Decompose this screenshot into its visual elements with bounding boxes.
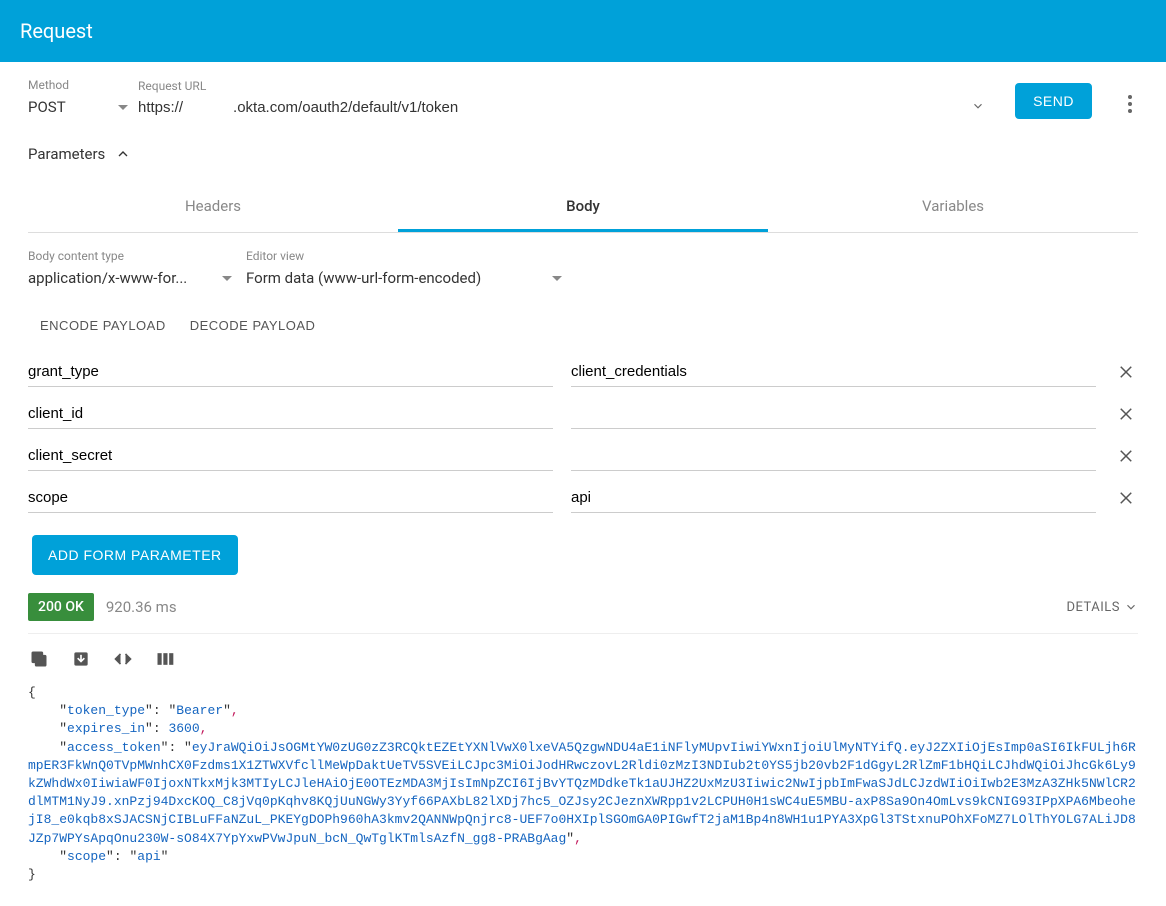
close-icon <box>1117 405 1135 423</box>
method-label: Method <box>28 78 128 92</box>
body-content-type-value: application/x-www-for... <box>28 269 187 287</box>
method-select[interactable]: POST <box>28 94 128 121</box>
chevron-down-icon <box>552 276 562 281</box>
remove-param-button[interactable] <box>1114 405 1138 423</box>
tab-body[interactable]: Body <box>398 183 768 232</box>
param-key-input[interactable] <box>28 483 553 513</box>
remove-param-button[interactable] <box>1114 363 1138 381</box>
parameters-toggle[interactable]: Parameters <box>28 145 1138 163</box>
close-icon <box>1117 489 1135 507</box>
header-title: Request <box>20 19 93 43</box>
more-vertical-icon <box>1128 95 1132 113</box>
status-badge: 200 OK <box>28 593 94 621</box>
param-key-input[interactable] <box>28 441 553 471</box>
send-button[interactable]: SEND <box>1015 83 1092 119</box>
details-toggle[interactable]: DETAILS <box>1066 600 1138 615</box>
param-value-input[interactable] <box>571 357 1096 387</box>
response-timing: 920.36 ms <box>106 598 177 616</box>
form-param-row <box>28 435 1138 477</box>
param-value-input[interactable] <box>571 483 1096 513</box>
method-value: POST <box>28 98 66 116</box>
parameter-tabs: Headers Body Variables <box>28 183 1138 233</box>
columns-icon <box>155 649 175 669</box>
details-label: DETAILS <box>1066 600 1120 615</box>
form-param-row <box>28 351 1138 393</box>
close-icon <box>1117 447 1135 465</box>
response-json-view: { "token_type": "Bearer", "expires_in": … <box>28 684 1138 884</box>
request-url-input[interactable] <box>138 95 963 120</box>
parameters-label: Parameters <box>28 145 105 163</box>
copy-icon <box>29 649 49 669</box>
tab-headers[interactable]: Headers <box>28 183 398 232</box>
toggle-columns-button[interactable] <box>154 648 176 670</box>
code-icon <box>113 649 133 669</box>
chevron-down-icon <box>222 276 232 281</box>
close-icon <box>1117 363 1135 381</box>
decode-payload-button[interactable]: DECODE PAYLOAD <box>190 318 316 333</box>
download-icon <box>71 649 91 669</box>
chevron-up-icon <box>115 146 131 162</box>
tab-variables[interactable]: Variables <box>768 183 1138 232</box>
url-history-dropdown[interactable] <box>971 99 985 117</box>
download-response-button[interactable] <box>70 648 92 670</box>
body-content-type-select[interactable]: application/x-www-for... <box>28 265 232 292</box>
encode-payload-button[interactable]: ENCODE PAYLOAD <box>40 318 166 333</box>
remove-param-button[interactable] <box>1114 489 1138 507</box>
editor-view-select[interactable]: Form data (www-url-form-encoded) <box>246 265 562 292</box>
editor-view-value: Form data (www-url-form-encoded) <box>246 269 481 287</box>
response-toolbar <box>28 648 1138 670</box>
page-header: Request <box>0 0 1166 62</box>
form-parameters-list <box>28 351 1138 519</box>
more-menu-button[interactable] <box>1122 89 1138 119</box>
form-param-row <box>28 477 1138 519</box>
url-label: Request URL <box>138 79 985 93</box>
editor-view-label: Editor view <box>246 249 562 263</box>
chevron-down-icon <box>118 105 128 110</box>
add-form-parameter-button[interactable]: ADD FORM PARAMETER <box>32 535 238 575</box>
remove-param-button[interactable] <box>1114 447 1138 465</box>
param-value-input[interactable] <box>571 399 1096 429</box>
copy-response-button[interactable] <box>28 648 50 670</box>
response-status-bar: 200 OK 920.36 ms DETAILS <box>28 593 1138 634</box>
request-bar: Method POST Request URL SEND <box>28 78 1138 121</box>
body-content-type-label: Body content type <box>28 249 232 263</box>
form-param-row <box>28 393 1138 435</box>
toggle-raw-button[interactable] <box>112 648 134 670</box>
param-key-input[interactable] <box>28 357 553 387</box>
chevron-down-icon <box>1124 600 1138 614</box>
param-key-input[interactable] <box>28 399 553 429</box>
param-value-input[interactable] <box>571 441 1096 471</box>
